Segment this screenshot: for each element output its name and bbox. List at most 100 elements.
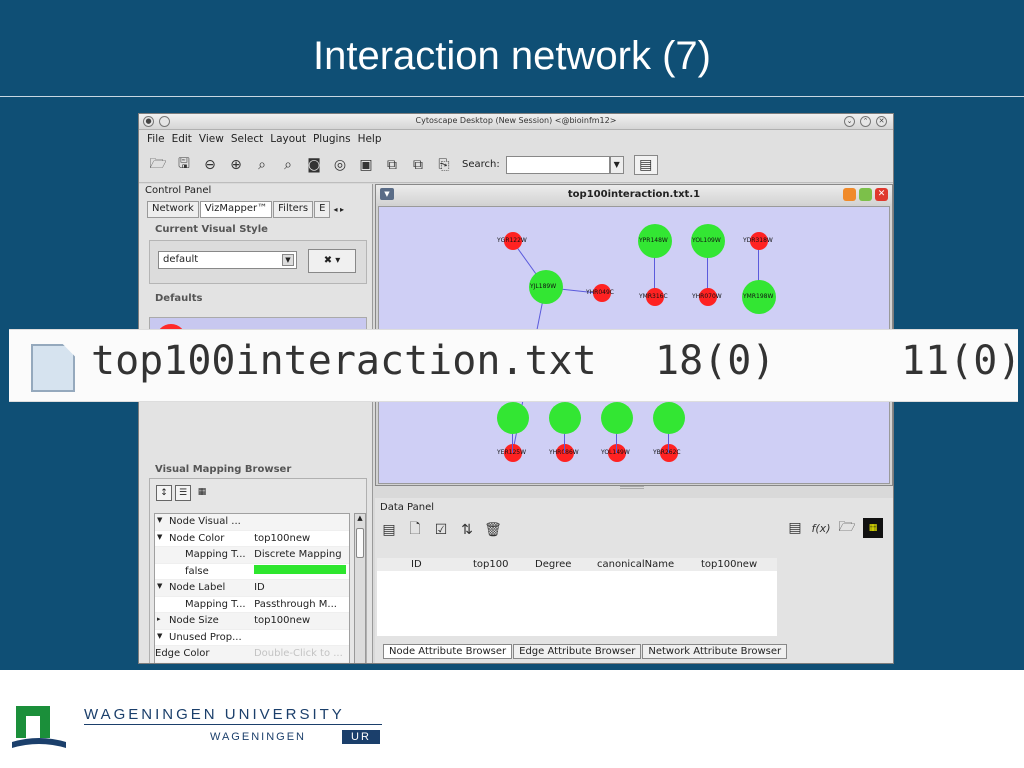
property-row[interactable]: Mapping T... Discrete Mapping (155, 547, 349, 564)
select-all-icon[interactable]: ☑ (431, 520, 451, 540)
table-view-icon[interactable]: ▦ (194, 485, 210, 501)
tab-scroll-arrows-icon[interactable]: ◂ ▸ (331, 201, 346, 218)
column-degree[interactable]: Degree (535, 559, 597, 570)
expander-icon[interactable]: ▼ (157, 582, 162, 590)
network-node[interactable] (601, 402, 633, 434)
property-row[interactable]: false (155, 564, 349, 580)
zoom-selected-icon[interactable]: ⌕ (278, 155, 298, 175)
close-icon[interactable]: ✕ (876, 116, 887, 127)
color-swatch[interactable] (254, 565, 347, 575)
tab-edge-attribute-browser[interactable]: Edge Attribute Browser (513, 644, 642, 659)
network-node[interactable] (497, 402, 529, 434)
network-node[interactable] (549, 402, 581, 434)
maximize-icon[interactable]: ⌃ (860, 116, 871, 127)
sort-icon[interactable]: ⇅ (457, 520, 477, 540)
network-edge[interactable] (564, 434, 565, 453)
column-top100[interactable]: top100 (473, 559, 535, 570)
property-key: ▼ Node Label (155, 582, 254, 593)
search-options-icon[interactable]: ▤ (633, 154, 658, 175)
scrollbar-thumb[interactable] (356, 528, 364, 558)
network-close-icon[interactable]: ✕ (875, 188, 888, 201)
expander-icon[interactable]: ▸ (157, 615, 161, 623)
attribute-list-icon[interactable]: ▤ (785, 518, 805, 538)
property-row[interactable]: ▼ Node Color top100new (155, 531, 349, 547)
splitter-handle[interactable] (620, 486, 644, 489)
property-value[interactable] (254, 565, 349, 577)
expander-icon[interactable]: ▼ (157, 632, 162, 640)
sort-alpha-icon[interactable]: ↕ (156, 485, 172, 501)
property-row[interactable]: ▼ Node Visual ... (155, 514, 349, 531)
zoom-in-icon[interactable]: ⊕ (226, 155, 246, 175)
expander-icon[interactable]: ▼ (157, 533, 162, 541)
slide-title: Interaction network (7) (313, 34, 711, 78)
new-attribute-icon[interactable]: 🗋 (405, 520, 425, 540)
tab-vizmapper[interactable]: VizMapper™ (199, 201, 273, 218)
property-key: Mapping T... (155, 549, 254, 560)
network-minimize-icon[interactable] (843, 188, 856, 201)
zoom-fit-icon[interactable]: ⌕ (252, 155, 272, 175)
search-input[interactable] (505, 155, 610, 174)
property-scrollbar[interactable]: ▲ ▼ (354, 513, 366, 663)
property-value[interactable]: ID (254, 582, 349, 593)
property-value[interactable]: top100new (254, 533, 349, 544)
property-key-text: Node Size (169, 615, 219, 627)
export-icon[interactable]: ⎘ (434, 155, 454, 175)
save-icon[interactable]: 🖫 (174, 155, 194, 175)
tab-network-attribute-browser[interactable]: Network Attribute Browser (642, 644, 788, 659)
new-network-from-selection-icon[interactable]: ⧉ (382, 155, 402, 175)
menu-plugins[interactable]: Plugins (313, 133, 351, 145)
property-value[interactable]: Discrete Mapping (254, 549, 349, 560)
property-value[interactable]: top100new (254, 615, 349, 626)
menu-help[interactable]: Help (358, 133, 382, 145)
network-node[interactable] (653, 402, 685, 434)
tab-filters[interactable]: Filters (273, 201, 314, 218)
tab-editor[interactable]: E (314, 201, 331, 218)
select-attributes-icon[interactable]: ▤ (379, 520, 399, 540)
zoom-out-icon[interactable]: ⊖ (200, 155, 220, 175)
zoomed-network-row[interactable]: top100interaction.txt 18(0) 11(0) (9, 329, 1021, 402)
property-value[interactable]: Double-Click to ... (254, 648, 349, 659)
menu-file[interactable]: File (147, 133, 165, 145)
open-folder-icon[interactable]: 🗁 (148, 155, 168, 175)
minimize-icon[interactable]: ⌄ (844, 116, 855, 127)
search-dropdown-button[interactable]: ▼ (609, 155, 624, 174)
property-row[interactable]: Edge Font FaceDouble-Click to ... (155, 663, 349, 664)
menu-edit[interactable]: Edit (172, 133, 192, 145)
menu-layout[interactable]: Layout (270, 133, 306, 145)
heatmap-icon[interactable]: ▦ (863, 518, 883, 538)
column-top100new[interactable]: top100new (701, 559, 771, 570)
visual-style-select[interactable]: default ▼ (158, 251, 297, 269)
categorized-icon[interactable]: ☰ (175, 485, 191, 501)
delete-attribute-icon[interactable]: 🗑 (483, 520, 503, 540)
property-row[interactable]: ▼ Unused Prop... (155, 630, 349, 646)
column-id[interactable]: ID (377, 559, 437, 570)
property-row[interactable]: ▸ Node Size top100new (155, 613, 349, 630)
expander-icon[interactable]: ▼ (157, 516, 162, 524)
menu-select[interactable]: Select (231, 133, 263, 145)
camera-icon[interactable]: ◙ (304, 155, 324, 175)
property-row[interactable]: Edge Color Double-Click to ... (155, 646, 349, 663)
scroll-up-icon[interactable]: ▲ (355, 514, 365, 522)
window-titlebar[interactable]: ● Cytoscape Desktop (New Session) <@bioi… (139, 114, 893, 130)
menu-view[interactable]: View (199, 133, 224, 145)
column-canonicalname[interactable]: canonicalName (597, 559, 701, 570)
property-row[interactable]: ▼ Node Label ID (155, 580, 349, 597)
network-menu-icon[interactable]: ▼ (380, 188, 394, 200)
network-edge[interactable] (616, 434, 617, 453)
import-folder-icon[interactable]: 🗁 (837, 518, 857, 538)
network-edge[interactable] (668, 434, 669, 453)
function-icon[interactable]: f(x) (811, 518, 831, 538)
network-edge[interactable] (512, 434, 513, 453)
lifebuoy-icon[interactable]: ◎ (330, 155, 350, 175)
new-network-icon[interactable]: ▣ (356, 155, 376, 175)
property-value[interactable]: Passthrough M... (254, 599, 349, 610)
tab-node-attribute-browser[interactable]: Node Attribute Browser (383, 644, 513, 659)
tab-network[interactable]: Network (147, 201, 199, 218)
network-maximize-icon[interactable] (859, 188, 872, 201)
property-table: ▼ Node Visual ... ▼ Node Color top100new Mapp… (154, 513, 350, 664)
title-divider (0, 96, 1024, 97)
new-network-from-edges-icon[interactable]: ⧉ (408, 155, 428, 175)
network-view-titlebar[interactable]: ▼ top100interaction.txt.1 ✕ (376, 185, 892, 204)
visual-style-options-button[interactable]: ✖ ▾ (308, 249, 356, 273)
property-row[interactable]: Mapping T... Passthrough M... (155, 597, 349, 613)
